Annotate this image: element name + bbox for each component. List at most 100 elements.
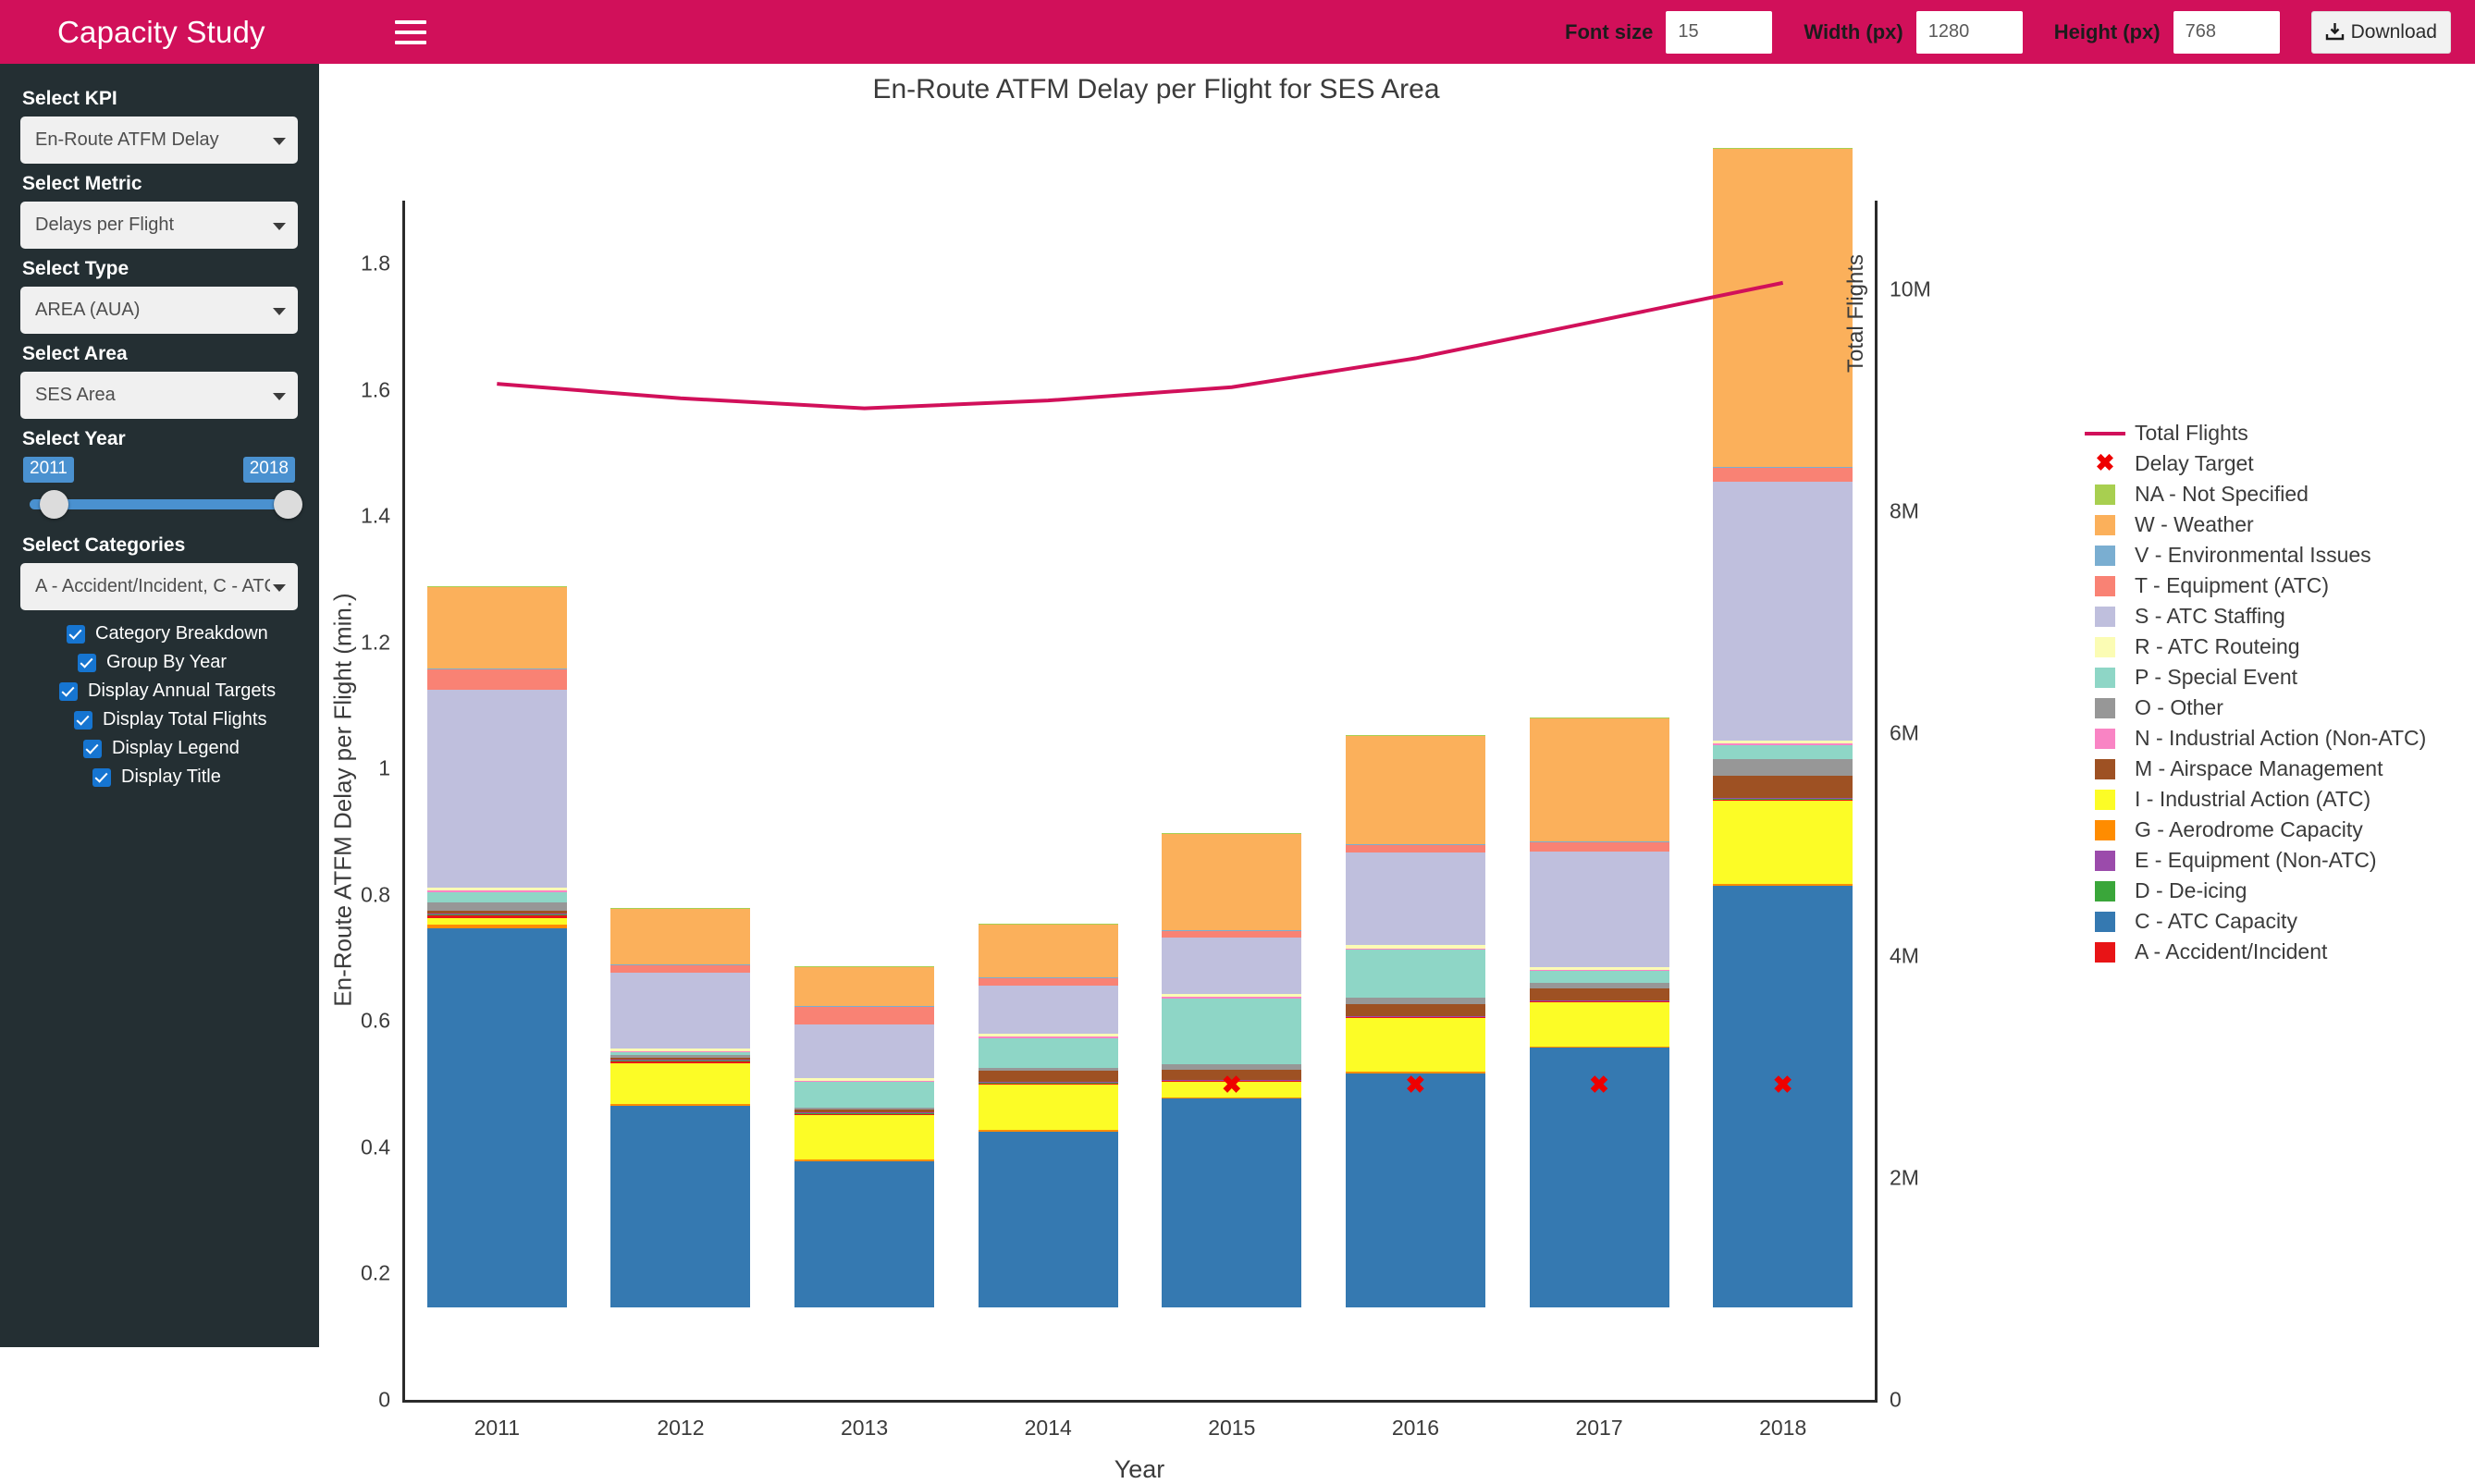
checkmark-icon[interactable]: [59, 682, 78, 701]
bar-segment[interactable]: [979, 1084, 1118, 1085]
bar-segment[interactable]: [1713, 467, 1853, 482]
bar-segment[interactable]: [610, 1055, 750, 1058]
bar-segment[interactable]: [979, 1034, 1118, 1036]
bar-segment[interactable]: [1530, 841, 1669, 842]
bar-segment[interactable]: [1713, 799, 1853, 800]
checkmark-icon[interactable]: [74, 711, 92, 730]
bar-segment[interactable]: [1346, 945, 1485, 948]
bar-segment[interactable]: [794, 1082, 934, 1108]
bar-segment[interactable]: [1530, 717, 1669, 718]
checkbox-category-breakdown[interactable]: Category Breakdown: [20, 623, 299, 644]
bar-segment[interactable]: [610, 1106, 750, 1307]
select-metric-dropdown[interactable]: Delays per Flight: [20, 202, 298, 249]
bar-segment[interactable]: [794, 966, 934, 967]
bar-segment[interactable]: [1346, 950, 1485, 998]
legend-item[interactable]: O - Other: [2081, 693, 2469, 723]
bar-segment[interactable]: [427, 902, 567, 911]
bar-segment[interactable]: [1530, 1001, 1669, 1002]
checkmark-icon[interactable]: [92, 768, 111, 787]
stacked-bar[interactable]: [1346, 735, 1485, 1307]
width-input[interactable]: [1916, 11, 2023, 54]
bar-segment[interactable]: [979, 978, 1118, 986]
checkmark-icon[interactable]: [67, 625, 85, 644]
checkmark-icon[interactable]: [78, 654, 96, 672]
bar-segment[interactable]: [427, 911, 567, 914]
checkbox-display-annual-targets[interactable]: Display Annual Targets: [20, 681, 299, 702]
bar-segment[interactable]: [610, 1051, 750, 1052]
bar-segment[interactable]: [610, 973, 750, 1049]
bar-segment[interactable]: [427, 925, 567, 928]
bar-segment[interactable]: [1713, 759, 1853, 776]
bar-segment[interactable]: [1530, 842, 1669, 852]
bar-segment[interactable]: [979, 1132, 1118, 1307]
bar-segment[interactable]: [427, 586, 567, 587]
bar-segment[interactable]: [1346, 1073, 1485, 1307]
bar-segment[interactable]: [794, 1110, 934, 1112]
bar-segment[interactable]: [1713, 482, 1853, 741]
bar-segment[interactable]: [1530, 970, 1669, 971]
bar-segment[interactable]: [1346, 736, 1485, 844]
legend-item[interactable]: S - ATC Staffing: [2081, 601, 2469, 632]
bar-segment[interactable]: [1162, 938, 1301, 994]
bar-segment[interactable]: [1162, 1098, 1301, 1307]
bar-segment[interactable]: [794, 1115, 934, 1159]
bar-segment[interactable]: [1530, 983, 1669, 987]
bar-segment[interactable]: [979, 924, 1118, 925]
bar-segment[interactable]: [1530, 971, 1669, 983]
bar-segment[interactable]: [1713, 801, 1853, 884]
bar-segment[interactable]: [979, 1085, 1118, 1130]
bar-segment[interactable]: [1530, 1047, 1669, 1048]
bar-segment[interactable]: [794, 1078, 934, 1081]
bar-segment[interactable]: [1713, 467, 1853, 468]
bar-segment[interactable]: [1530, 1002, 1669, 1047]
bar-segment[interactable]: [427, 890, 567, 891]
bar-segment[interactable]: [1346, 844, 1485, 845]
bar-segment[interactable]: [1346, 1004, 1485, 1016]
stacked-bar[interactable]: [610, 908, 750, 1307]
checkbox-display-title[interactable]: Display Title: [20, 767, 299, 788]
bar-segment[interactable]: [427, 669, 567, 691]
select-categories-dropdown[interactable]: A - Accident/Incident, C - ATC: [20, 563, 298, 610]
legend-item[interactable]: N - Industrial Action (Non-ATC): [2081, 723, 2469, 754]
legend-item[interactable]: W - Weather: [2081, 509, 2469, 540]
bar-segment[interactable]: [1346, 1016, 1485, 1017]
bar-segment[interactable]: [979, 1130, 1118, 1131]
bar-segment[interactable]: [610, 964, 750, 965]
bar-segment[interactable]: [427, 690, 567, 888]
bar-segment[interactable]: [427, 586, 567, 668]
bar-segment[interactable]: [610, 1058, 750, 1061]
bar-segment[interactable]: [1713, 743, 1853, 744]
legend-item[interactable]: P - Special Event: [2081, 662, 2469, 693]
year-range-slider[interactable]: 2011 2018: [20, 457, 298, 525]
stacked-bar[interactable]: [1530, 717, 1669, 1307]
height-input[interactable]: [2173, 11, 2280, 54]
bar-segment[interactable]: [427, 915, 567, 918]
legend-item[interactable]: I - Industrial Action (ATC): [2081, 784, 2469, 815]
legend-item[interactable]: G - Aerodrome Capacity: [2081, 815, 2469, 845]
bar-segment[interactable]: [610, 1061, 750, 1062]
bar-segment[interactable]: [1162, 930, 1301, 931]
checkmark-icon[interactable]: [83, 740, 102, 758]
bar-segment[interactable]: [794, 1159, 934, 1160]
bar-segment[interactable]: [1713, 741, 1853, 743]
bar-segment[interactable]: [1713, 149, 1853, 467]
bar-segment[interactable]: [1713, 884, 1853, 886]
bar-segment[interactable]: [794, 1112, 934, 1113]
bar-segment[interactable]: [1530, 1000, 1669, 1001]
checkbox-group-by-year[interactable]: Group By Year: [20, 652, 299, 673]
bar-segment[interactable]: [427, 928, 567, 1307]
bar-segment[interactable]: [610, 965, 750, 973]
bar-segment[interactable]: [794, 966, 934, 1006]
bar-segment[interactable]: [1713, 745, 1853, 759]
bar-segment[interactable]: [610, 1104, 750, 1106]
bar-segment[interactable]: [1530, 1000, 1669, 1001]
bar-segment[interactable]: [1713, 800, 1853, 801]
bar-segment[interactable]: [610, 1049, 750, 1051]
legend-item[interactable]: T - Equipment (ATC): [2081, 570, 2469, 601]
select-kpi-dropdown[interactable]: En-Route ATFM Delay: [20, 117, 298, 164]
bar-segment[interactable]: [979, 1038, 1118, 1068]
year-slider-handle-max[interactable]: [274, 490, 302, 519]
bar-segment[interactable]: [1346, 998, 1485, 1004]
bar-segment[interactable]: [1346, 845, 1485, 852]
legend-item[interactable]: ✖Delay Target: [2081, 448, 2469, 479]
